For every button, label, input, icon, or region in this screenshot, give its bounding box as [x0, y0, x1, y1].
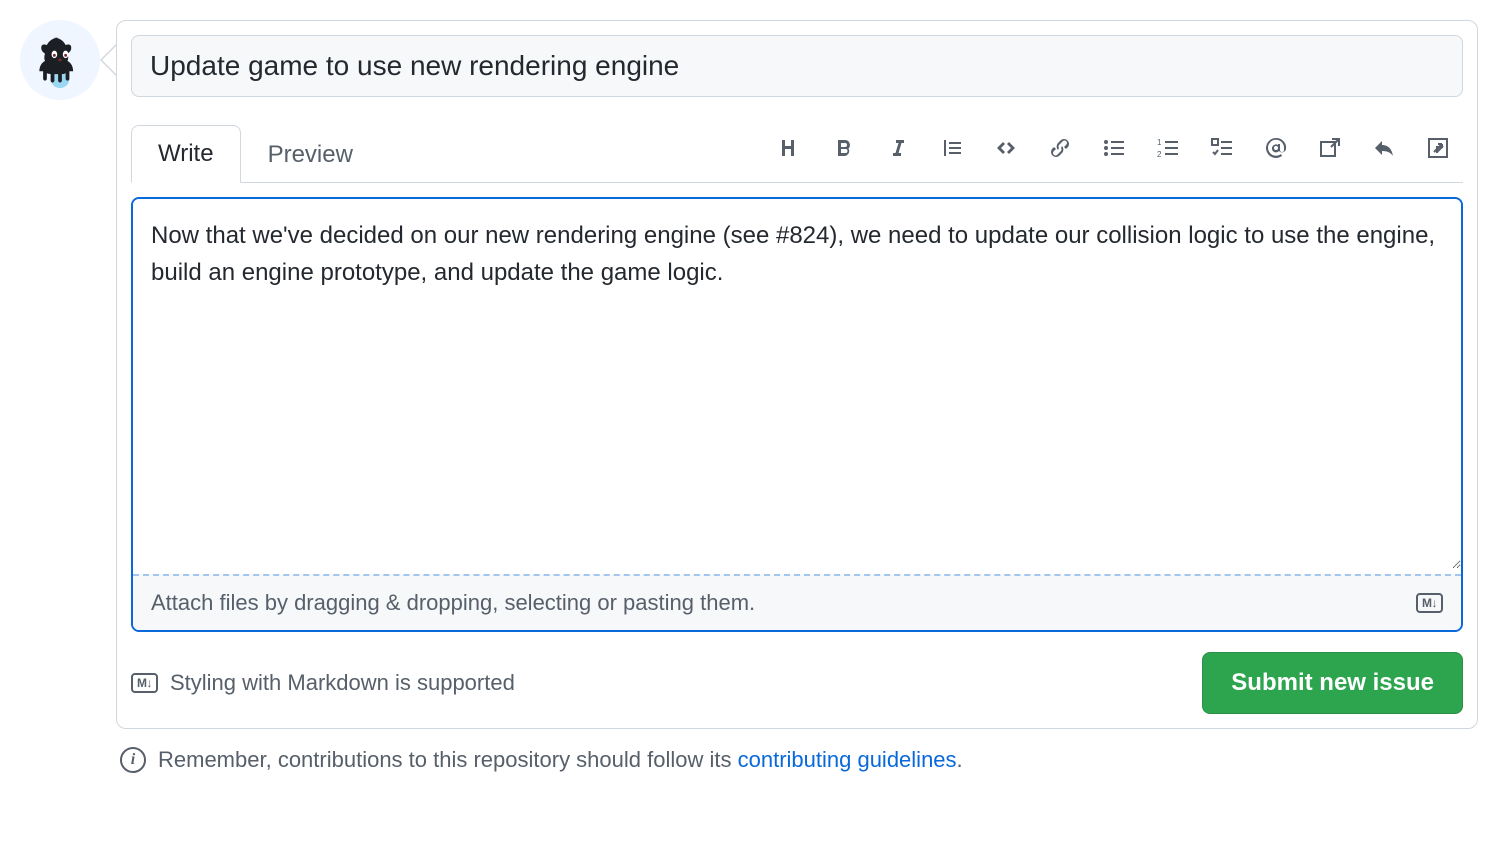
form-footer: M↓ Styling with Markdown is supported Su…	[131, 652, 1463, 714]
avatar	[20, 20, 100, 100]
unordered-list-icon[interactable]	[1101, 135, 1127, 161]
tab-write[interactable]: Write	[131, 125, 241, 183]
guideline-suffix: .	[957, 747, 963, 772]
reply-icon[interactable]	[1371, 135, 1397, 161]
ordered-list-icon[interactable]: 12	[1155, 135, 1181, 161]
guideline-prefix: Remember, contributions to this reposito…	[158, 747, 738, 772]
issue-body-textarea[interactable]	[133, 199, 1461, 569]
markdown-badge-icon: M↓	[131, 673, 158, 693]
quote-icon[interactable]	[939, 135, 965, 161]
heading-icon[interactable]	[777, 135, 803, 161]
cross-reference-icon[interactable]	[1317, 135, 1343, 161]
info-icon: i	[120, 747, 146, 773]
italic-icon[interactable]	[885, 135, 911, 161]
svg-text:1: 1	[1157, 138, 1162, 147]
svg-text:2: 2	[1157, 150, 1162, 159]
comment-body-wrap: Attach files by dragging & dropping, sel…	[131, 197, 1463, 632]
markdown-toolbar: 12	[777, 135, 1463, 173]
markdown-badge-icon[interactable]: M↓	[1416, 593, 1443, 613]
tasklist-icon[interactable]	[1209, 135, 1235, 161]
contributing-guidelines-note: i Remember, contributions to this reposi…	[116, 747, 1478, 773]
markdown-support-link[interactable]: M↓ Styling with Markdown is supported	[131, 670, 515, 696]
submit-new-issue-button[interactable]: Submit new issue	[1202, 652, 1463, 714]
speech-caret	[100, 44, 116, 76]
attach-hint: Attach files by dragging & dropping, sel…	[151, 590, 755, 616]
guideline-text: Remember, contributions to this reposito…	[158, 747, 963, 773]
markdown-support-label: Styling with Markdown is supported	[170, 670, 515, 696]
code-icon[interactable]	[993, 135, 1019, 161]
fullscreen-icon[interactable]	[1425, 135, 1451, 161]
issue-title-input[interactable]	[131, 35, 1463, 97]
link-icon[interactable]	[1047, 135, 1073, 161]
octocat-icon	[30, 30, 90, 90]
attach-bar[interactable]: Attach files by dragging & dropping, sel…	[133, 574, 1461, 630]
tab-preview[interactable]: Preview	[241, 126, 380, 183]
bold-icon[interactable]	[831, 135, 857, 161]
editor-tabs: Write Preview 12	[131, 125, 1463, 183]
contributing-guidelines-link[interactable]: contributing guidelines	[738, 747, 957, 772]
issue-form: Write Preview 12	[116, 20, 1478, 729]
mention-icon[interactable]	[1263, 135, 1289, 161]
